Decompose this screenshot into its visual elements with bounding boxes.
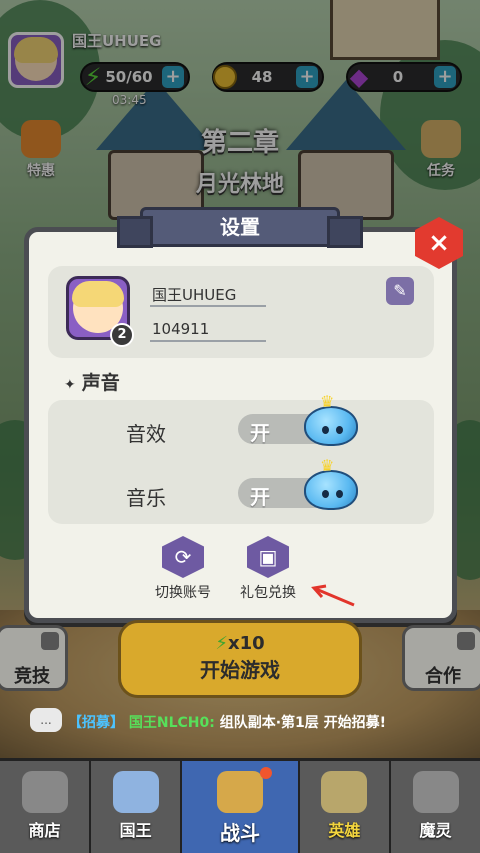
lock-icon [41, 632, 59, 650]
profile-name: 国王UHUEG [152, 286, 237, 304]
sound-effects-state: 开 [250, 421, 270, 445]
recruit-broadcast[interactable]: ... 【招募】 国王NLCH0: 组队副本·第1层 开始招募! [0, 704, 480, 734]
edit-icon[interactable]: ✎ [386, 277, 414, 305]
sound-section-title: ✦ 声音 [64, 372, 120, 394]
crown-icon: ♛ [320, 392, 335, 411]
lightning-icon: ⚡ [215, 633, 228, 654]
gift-redeem-button[interactable]: ▣ 礼包兑换 [218, 536, 318, 602]
coop-label: 合作 [425, 666, 461, 687]
arena-button[interactable]: 竞技 [0, 625, 68, 691]
chat-icon[interactable]: ... [30, 708, 62, 732]
notification-dot [259, 767, 272, 779]
music-label: 音乐 [126, 486, 166, 510]
sound-effects-label: 音效 [126, 422, 166, 446]
slime-toggle-knob-icon[interactable]: ♛ [304, 456, 358, 510]
level-badge: 2 [110, 323, 134, 347]
tab-spirit[interactable]: 魔灵 [390, 761, 480, 853]
castle-icon [112, 771, 159, 813]
tab-hero[interactable]: 英雄 [299, 761, 391, 853]
start-game-label: 开始游戏 [200, 658, 280, 682]
slime-toggle-knob-icon[interactable]: ♛ [304, 392, 358, 446]
tab-king[interactable]: 国王 [91, 761, 183, 853]
tab-shop[interactable]: 商店 [0, 761, 92, 853]
music-state: 开 [250, 485, 270, 509]
sword-icon [217, 771, 264, 813]
diamond-bullet-icon: ✦ [64, 377, 76, 393]
close-button[interactable]: × [414, 216, 464, 270]
pointer-arrow-icon [311, 584, 355, 607]
lock-icon [412, 771, 459, 813]
coop-button[interactable]: 合作 [402, 625, 480, 691]
close-icon: × [415, 217, 463, 269]
settings-title: 设置 [117, 207, 363, 248]
switch-account-icon: ⟳ [162, 536, 204, 578]
helmet-icon [321, 771, 368, 813]
arena-label: 竞技 [14, 666, 50, 687]
gift-icon: ▣ [247, 536, 289, 578]
bottom-tab-bar: 商店 国王 战斗 英雄 魔灵 [0, 758, 480, 853]
crown-icon: ♛ [320, 456, 335, 475]
profile-id: 104911 [152, 320, 210, 338]
shop-icon [21, 771, 68, 813]
recruit-message: 【招募】 国王NLCH0: 组队副本·第1层 开始招募! [68, 715, 387, 731]
gift-redeem-label: 礼包兑换 [240, 585, 296, 601]
tab-battle[interactable]: 战斗 [182, 761, 300, 853]
lock-icon [457, 632, 475, 650]
start-game-button[interactable]: ⚡x10 开始游戏 [118, 620, 362, 698]
start-cost: ⚡x10 [215, 633, 265, 654]
